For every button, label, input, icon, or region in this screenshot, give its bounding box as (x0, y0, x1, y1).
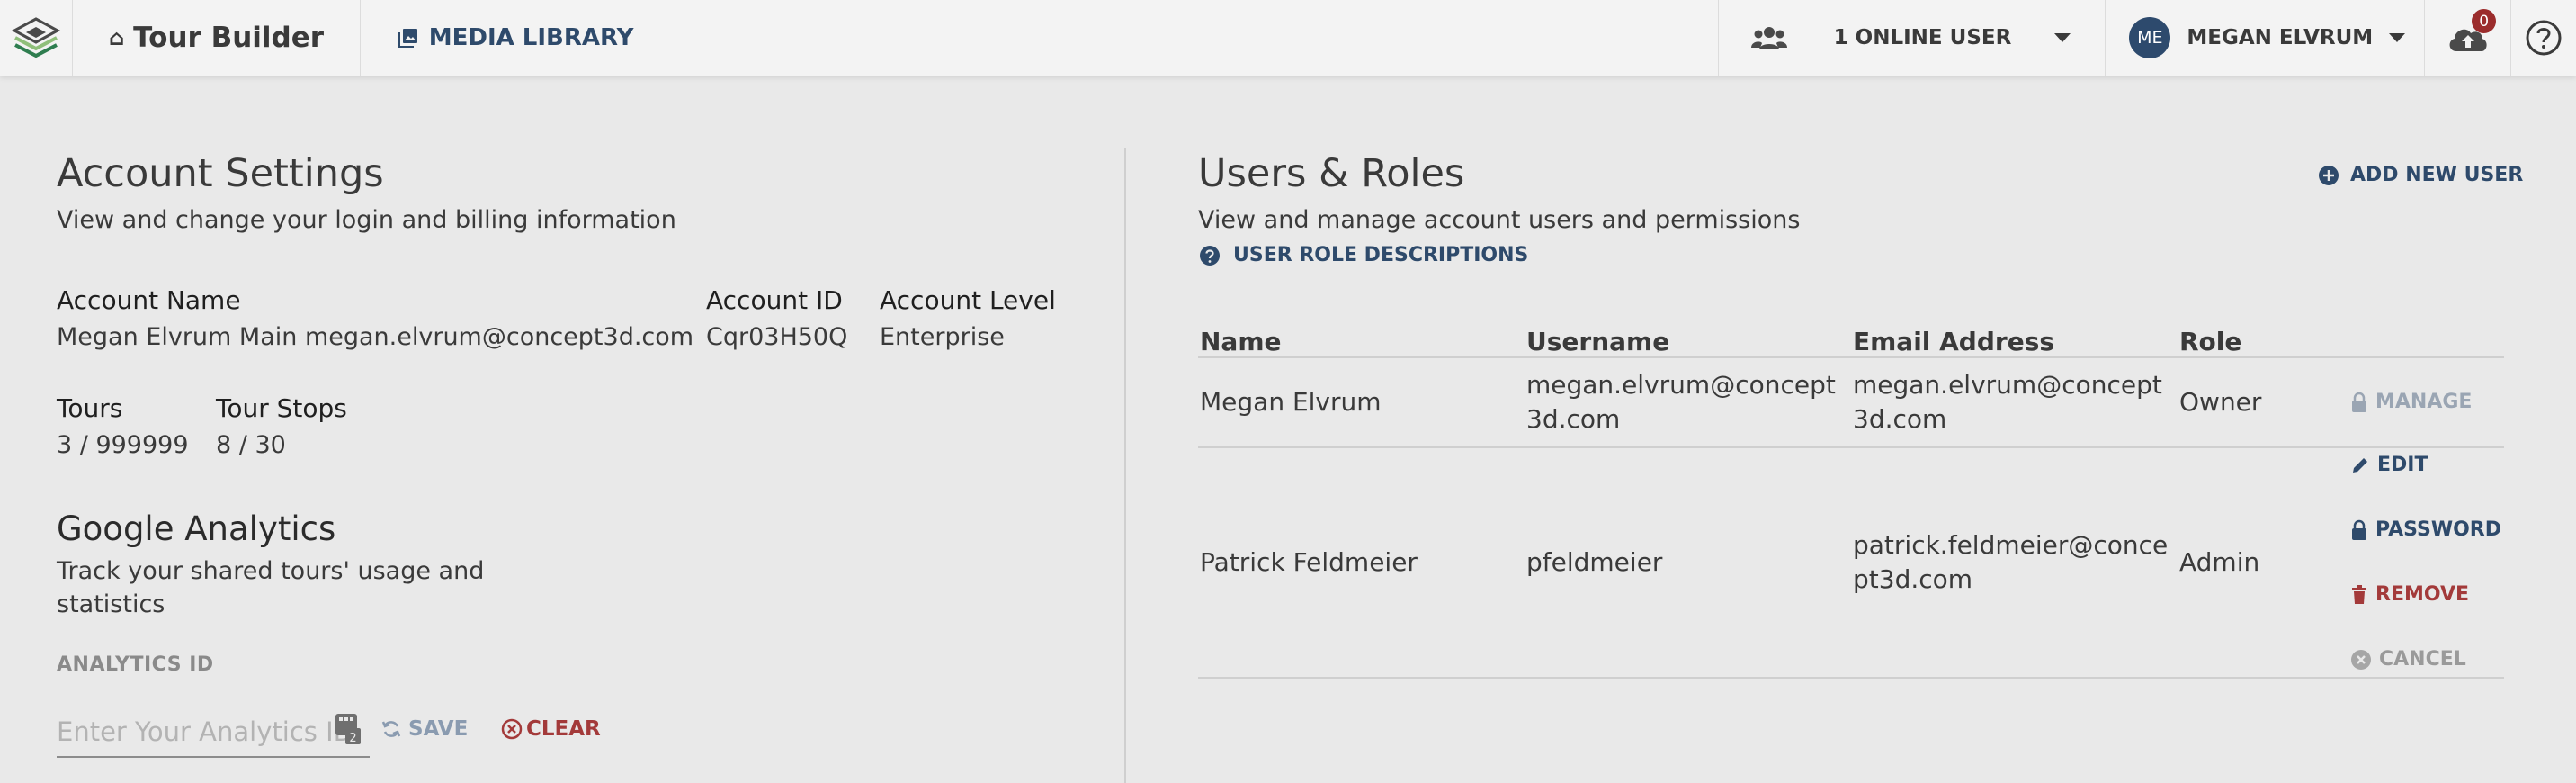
cancel-label: CANCEL (2379, 648, 2466, 670)
home-icon: ⌂ (108, 25, 125, 50)
online-users-dropdown[interactable]: 1 ONLINE USER (1717, 0, 2106, 76)
role-cell: Owner (2178, 357, 2348, 448)
table-row: Megan Elvrum megan.elvrum@concept 3d.com… (1198, 357, 2504, 448)
email-line1: patrick.feldmeier@conce (1853, 530, 2169, 560)
account-level-value: Enterprise (880, 323, 1005, 351)
user-name: MEGAN ELVRUM (2187, 26, 2374, 50)
lock-icon (2352, 519, 2366, 540)
email-line2: 3d.com (1853, 404, 1947, 434)
notification-badge: 0 (2472, 9, 2497, 33)
column-header-role: Role (2178, 317, 2348, 358)
add-new-user-label: ADD NEW USER (2350, 164, 2524, 186)
column-header-email: Email Address (1851, 317, 2178, 358)
user-role-descriptions-label: USER ROLE DESCRIPTIONS (1233, 244, 1529, 266)
password-label: PASSWORD (2375, 518, 2502, 541)
analytics-id-label: ANALYTICS ID (57, 653, 214, 676)
refresh-icon (381, 721, 401, 737)
manage-user-button[interactable]: MANAGE (2350, 385, 2502, 419)
clear-label: CLEAR (526, 717, 601, 741)
table-row: Patrick Feldmeier pfeldmeier patrick.fel… (1198, 447, 2504, 679)
edit-user-button[interactable]: EDIT (2350, 448, 2502, 482)
username-cell: megan.elvrum@concept 3d.com (1525, 357, 1851, 448)
lock-icon (2352, 392, 2366, 412)
tours-label: Tours (57, 393, 123, 423)
media-library-label: MEDIA LIBRARY (428, 24, 634, 51)
cancel-button[interactable]: CANCEL (2350, 643, 2502, 677)
users-table: Name Username Email Address Role Megan E… (1198, 317, 2504, 679)
pencil-icon (2353, 458, 2367, 472)
add-new-user-button[interactable]: ADD NEW USER (2318, 164, 2523, 186)
media-library-link[interactable]: MEDIA LIBRARY (361, 0, 1718, 76)
account-settings-title: Account Settings (57, 151, 384, 196)
account-name-value: Megan Elvrum Main megan.elvrum@concept3d… (57, 323, 694, 351)
app-name: Tour Builder (133, 22, 325, 54)
users-roles-subtitle: View and manage account users and permis… (1198, 206, 1801, 234)
analytics-subtitle-line1: Track your shared tours' usage and (57, 557, 485, 585)
plus-circle-icon (2319, 165, 2339, 185)
role-cell: Admin (2178, 447, 2348, 679)
change-password-button[interactable]: PASSWORD (2350, 513, 2502, 547)
username-cell: pfeldmeier (1525, 447, 1851, 679)
help-circle-icon (2526, 20, 2562, 56)
actions-cell: EDIT PASSWORD REMOVE CANCEL (2348, 447, 2504, 679)
help-button[interactable] (2511, 0, 2576, 76)
manage-label: MANAGE (2375, 391, 2473, 413)
users-roles-title: Users & Roles (1198, 151, 1465, 196)
analytics-id-input[interactable] (57, 707, 370, 758)
email-cell: patrick.feldmeier@conce pt3d.com (1851, 447, 2178, 679)
account-id-label: Account ID (706, 285, 843, 315)
user-menu-dropdown[interactable]: ME MEGAN ELVRUM (2106, 0, 2426, 76)
trash-icon (2352, 585, 2366, 604)
email-cell: megan.elvrum@concept 3d.com (1851, 357, 2178, 448)
column-header-actions (2348, 317, 2504, 358)
tours-value: 3 / 999999 (57, 431, 189, 459)
chevron-down-icon (2389, 33, 2406, 42)
analytics-subtitle-line2: statistics (57, 590, 165, 618)
layers-logo-icon (11, 17, 61, 58)
password-manager-icon: 2 (335, 714, 361, 745)
save-label: SAVE (408, 717, 469, 741)
save-analytics-button[interactable]: SAVE (381, 717, 468, 741)
account-name-label: Account Name (57, 285, 241, 315)
people-icon (1750, 27, 1787, 50)
username-line2: 3d.com (1526, 404, 1621, 434)
username-line1: megan.elvrum@concept (1526, 370, 1836, 400)
top-navigation-bar: ⌂ Tour Builder MEDIA LIBRARY 1 ONLINE US… (0, 0, 2576, 76)
chevron-down-icon (2054, 33, 2071, 42)
remove-user-button[interactable]: REMOVE (2350, 578, 2502, 612)
app-logo[interactable] (0, 0, 73, 76)
email-line2: pt3d.com (1853, 564, 1973, 594)
cancel-circle-icon (2351, 650, 2371, 670)
column-header-name: Name (1198, 317, 1525, 358)
tour-builder-home-link[interactable]: ⌂ Tour Builder (73, 0, 361, 76)
avatar: ME (2129, 17, 2171, 58)
tour-stops-value: 8 / 30 (216, 431, 286, 459)
account-settings-subtitle: View and change your login and billing i… (57, 206, 676, 234)
tour-stops-label: Tour Stops (216, 393, 347, 423)
clear-circle-icon (501, 718, 523, 740)
svg-text:2: 2 (349, 732, 356, 745)
question-circle-icon (1200, 245, 1220, 266)
google-analytics-title: Google Analytics (57, 509, 336, 548)
publish-cloud-button[interactable]: 0 (2425, 0, 2512, 76)
email-line1: megan.elvrum@concept (1853, 370, 2162, 400)
actions-cell: MANAGE (2348, 357, 2504, 448)
panel-divider (1124, 148, 1126, 783)
user-name-cell: Patrick Feldmeier (1198, 447, 1525, 679)
edit-label: EDIT (2377, 454, 2428, 476)
table-header-row: Name Username Email Address Role (1198, 317, 2504, 358)
remove-label: REMOVE (2375, 583, 2470, 606)
image-library-icon (398, 29, 417, 48)
online-users-label: 1 ONLINE USER (1833, 26, 2012, 50)
column-header-username: Username (1525, 317, 1851, 358)
clear-analytics-button[interactable]: CLEAR (501, 717, 601, 741)
account-level-label: Account Level (880, 285, 1056, 315)
user-role-descriptions-link[interactable]: USER ROLE DESCRIPTIONS (1199, 244, 1528, 266)
account-id-value: Cqr03H50Q (706, 323, 848, 351)
user-name-cell: Megan Elvrum (1198, 357, 1525, 448)
